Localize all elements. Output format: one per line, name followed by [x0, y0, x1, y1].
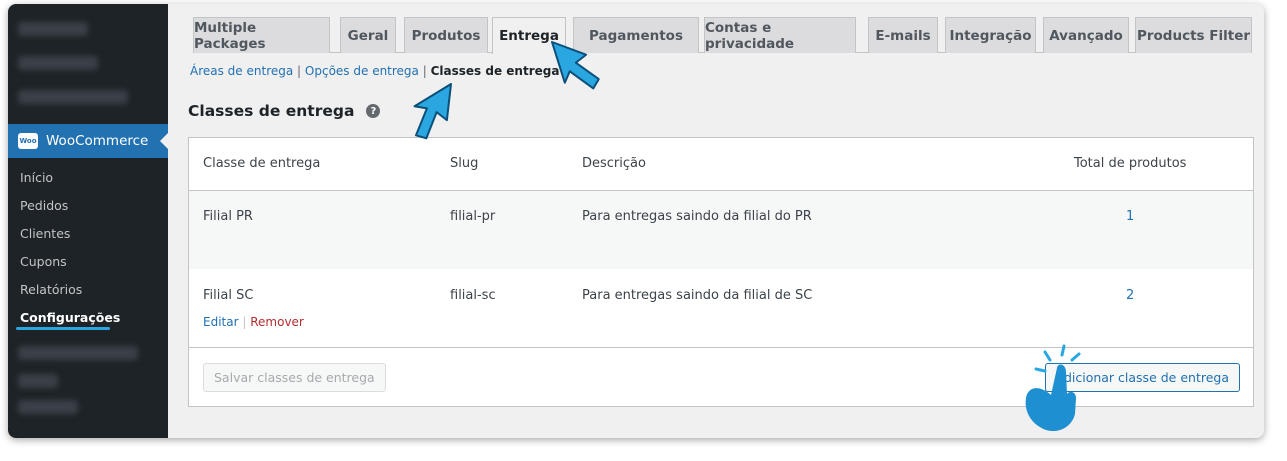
- section-title: Classes de entrega ?: [188, 102, 381, 120]
- tab-products-filter[interactable]: Products Filter: [1135, 17, 1252, 53]
- column-header-description: Descrição: [582, 156, 646, 171]
- edit-link[interactable]: Editar: [203, 315, 239, 329]
- woocommerce-logo-icon: Woo: [18, 133, 38, 149]
- remove-link[interactable]: Remover: [250, 315, 304, 329]
- blurred-menu-item: [18, 56, 98, 70]
- shipping-subnav: Áreas de entrega | Opções de entrega | C…: [190, 64, 559, 78]
- sidebar-item-woocommerce[interactable]: Woo WooCommerce: [8, 124, 168, 158]
- row-1-slug: filial-pr: [450, 209, 496, 224]
- active-menu-notch: [160, 133, 168, 149]
- table-row-background: [189, 191, 1253, 269]
- row-2-slug: filial-sc: [450, 288, 496, 303]
- settings-tabs: Multiple Packages Geral Produtos Entrega…: [193, 17, 1252, 54]
- tab-contas-e-privacidade[interactable]: Contas e privacidade: [704, 17, 856, 53]
- subnav-separator: |: [297, 64, 302, 78]
- tab-pagamentos[interactable]: Pagamentos: [573, 17, 699, 53]
- page-title: Classes de entrega: [188, 102, 355, 120]
- highlight-underline: [16, 327, 110, 330]
- subnav-separator: |: [422, 64, 427, 78]
- subnav-current-classes: Classes de entrega: [430, 64, 560, 78]
- tab-entrega[interactable]: Entrega: [492, 17, 566, 54]
- column-header-class: Classe de entrega: [203, 156, 321, 171]
- add-class-button[interactable]: Adicionar classe de entrega: [1044, 363, 1240, 392]
- submenu-item-label: Configurações: [20, 310, 121, 325]
- submenu-item-inicio[interactable]: Início: [8, 164, 168, 192]
- main-content: Multiple Packages Geral Produtos Entrega…: [168, 4, 1264, 438]
- woocommerce-submenu: Início Pedidos Clientes Cupons Relatório…: [8, 164, 168, 332]
- submenu-item-pedidos[interactable]: Pedidos: [8, 192, 168, 220]
- save-classes-button[interactable]: Salvar classes de entrega: [203, 363, 386, 392]
- row-2-name: Filial SC: [203, 288, 254, 303]
- tab-integracao[interactable]: Integração: [945, 17, 1036, 53]
- submenu-item-clientes[interactable]: Clientes: [8, 220, 168, 248]
- row-actions: Editar | Remover: [203, 315, 304, 329]
- blurred-menu-item: [18, 374, 58, 388]
- tab-e-mails[interactable]: E-mails: [868, 17, 938, 53]
- submenu-item-relatorios[interactable]: Relatórios: [8, 276, 168, 304]
- submenu-item-configuracoes[interactable]: Configurações: [8, 304, 168, 332]
- column-header-count: Total de produtos: [1074, 156, 1187, 171]
- footer-divider: [189, 347, 1253, 348]
- sidebar-item-label: WooCommerce: [46, 133, 149, 149]
- blurred-menu-item: [18, 22, 88, 36]
- blurred-menu-item: [18, 90, 128, 104]
- blurred-menu-item: [18, 346, 138, 360]
- tab-multiple-packages[interactable]: Multiple Packages: [193, 17, 330, 53]
- submenu-item-cupons[interactable]: Cupons: [8, 248, 168, 276]
- row-1-product-count[interactable]: 1: [1126, 209, 1134, 224]
- tab-geral[interactable]: Geral: [340, 17, 396, 53]
- row-2-product-count[interactable]: 2: [1126, 288, 1134, 303]
- subnav-link-zones[interactable]: Áreas de entrega: [190, 64, 293, 78]
- tab-avancado[interactable]: Avançado: [1043, 17, 1129, 53]
- subnav-link-options[interactable]: Opções de entrega: [305, 64, 419, 78]
- column-header-slug: Slug: [450, 156, 479, 171]
- shipping-classes-table: Classe de entrega Slug Descrição Total d…: [188, 137, 1254, 407]
- blurred-menu-item: [18, 400, 78, 414]
- tab-produtos[interactable]: Produtos: [404, 17, 488, 53]
- row-1-name: Filial PR: [203, 209, 253, 224]
- help-icon[interactable]: ?: [366, 104, 381, 118]
- row-1-description: Para entregas saindo da filial do PR: [582, 209, 812, 224]
- screenshot-frame: Woo WooCommerce Início Pedidos Clientes …: [8, 4, 1264, 438]
- row-2-description: Para entregas saindo da filial de SC: [582, 288, 813, 303]
- row-action-separator: |: [242, 315, 247, 329]
- admin-sidebar: Woo WooCommerce Início Pedidos Clientes …: [8, 4, 168, 438]
